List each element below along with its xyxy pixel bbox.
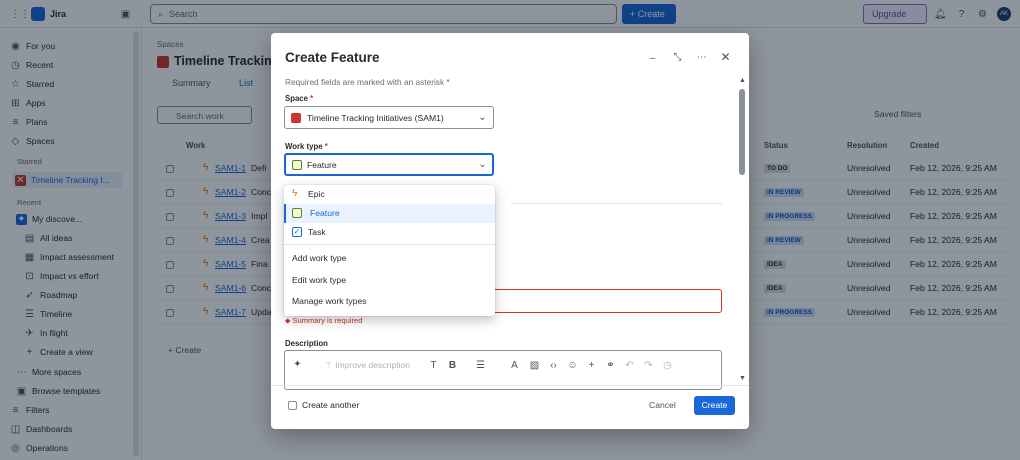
required-asterisk: *	[324, 142, 328, 151]
text-color-icon[interactable]: A	[509, 360, 520, 371]
list-icon[interactable]: ☰	[475, 360, 486, 371]
close-icon[interactable]: ✕	[720, 51, 731, 63]
link-icon[interactable]: ⚭	[605, 360, 616, 371]
create-submit-button[interactable]: Create	[694, 396, 735, 415]
divider	[284, 244, 495, 245]
edit-work-type-link[interactable]: Edit work type	[292, 275, 346, 285]
improve-description-text: Improve description	[335, 360, 411, 370]
improve-description-button[interactable]: ⚚ Improve description	[325, 360, 410, 371]
dialog-footer: Create another Cancel Create	[271, 385, 749, 429]
option-label: Epic	[308, 189, 325, 199]
manage-work-types-link[interactable]: Manage work types	[292, 296, 367, 306]
work-type-select[interactable]: Feature ⌄	[284, 153, 494, 176]
create-another-checkbox[interactable]	[288, 401, 297, 410]
required-note-text: Required fields are marked with an aster…	[285, 77, 445, 87]
feature-icon	[292, 208, 302, 218]
required-note: Required fields are marked with an aster…	[285, 77, 450, 87]
insert-icon[interactable]: +	[586, 360, 597, 371]
scrollbar-thumb[interactable]	[739, 89, 745, 175]
option-task[interactable]: ✓ Task	[284, 223, 495, 242]
space-label: Space *	[285, 94, 313, 103]
description-editor[interactable]: ✦ ⚚ Improve description T B ☰ A ▨ ‹› ☺ +…	[284, 350, 722, 390]
space-select[interactable]: Timeline Tracking Initiatives (SAM1) ⌄	[284, 106, 494, 129]
bold-icon[interactable]: B	[447, 360, 458, 371]
option-feature[interactable]: Feature	[284, 204, 495, 223]
chevron-down-icon: ⌄	[478, 112, 487, 123]
emoji-icon[interactable]: ☺	[567, 360, 578, 371]
required-asterisk: *	[446, 77, 450, 87]
wand-icon: ⚚	[325, 360, 336, 370]
summary-error: ⬥ Summary is required	[285, 316, 363, 326]
space-icon	[291, 113, 301, 123]
create-feature-dialog: Create Feature – ⤡ ⋯ ✕ Required fields a…	[271, 33, 749, 429]
undo-icon[interactable]: ↶	[624, 360, 635, 371]
work-type-label: Work type *	[285, 142, 328, 151]
work-type-select-value: Feature	[307, 160, 337, 170]
redo-icon[interactable]: ↷	[643, 360, 654, 371]
lightning-icon: ϟ	[292, 188, 298, 199]
scroll-down-icon[interactable]: ▼	[739, 375, 746, 382]
text-style-icon[interactable]: T	[428, 360, 439, 371]
dialog-title: Create Feature	[285, 50, 380, 65]
space-label-text: Space	[285, 94, 308, 103]
minimize-icon[interactable]: –	[647, 53, 658, 64]
chevron-down-icon: ⌄	[478, 159, 487, 170]
dialog-scrollbar[interactable]: ▲ ▼	[739, 77, 746, 383]
space-select-value: Timeline Tracking Initiatives (SAM1)	[307, 113, 444, 123]
option-label: Feature	[310, 208, 340, 218]
more-options-icon[interactable]: ⋯	[696, 52, 707, 63]
add-work-type-link[interactable]: Add work type	[292, 253, 346, 263]
history-icon[interactable]: ◷	[662, 360, 673, 371]
cancel-button[interactable]: Cancel	[649, 400, 676, 410]
create-another-label[interactable]: Create another	[302, 400, 359, 410]
code-icon[interactable]: ‹›	[548, 360, 559, 371]
ai-icon[interactable]: ✦	[292, 359, 303, 370]
required-asterisk: *	[310, 94, 314, 103]
divider	[511, 203, 722, 204]
summary-error-text: Summary is required	[292, 316, 363, 325]
option-label: Task	[308, 227, 326, 237]
work-type-dropdown: ϟ Epic Feature ✓ Task Add work type Edit…	[284, 185, 495, 316]
feature-icon	[292, 160, 302, 170]
collapse-icon[interactable]: ⤡	[672, 52, 683, 63]
option-epic[interactable]: ϟ Epic	[284, 185, 495, 204]
scroll-up-icon[interactable]: ▲	[739, 77, 746, 84]
checkbox-icon: ✓	[292, 227, 302, 237]
description-label: Description	[285, 339, 328, 348]
image-icon[interactable]: ▨	[529, 360, 540, 371]
work-type-label-text: Work type	[285, 142, 323, 151]
